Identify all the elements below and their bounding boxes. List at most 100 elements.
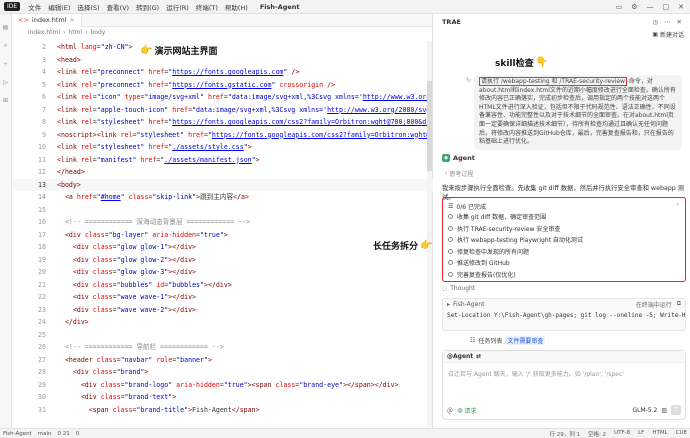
chevron-up-icon[interactable]: ⌃ [675,203,680,210]
status-eol[interactable]: LF [638,430,644,438]
swap-icon: ⇄ [476,353,482,360]
code-line: 18 <div class="glow glow-1"></div> [38,243,197,251]
status-sync[interactable]: 0 21 [58,431,70,437]
code-line: 24 </div> [38,318,89,326]
window-controls: ▭ ⚙ — □ ✕ [616,3,684,11]
minimize-icon[interactable]: — [647,3,654,11]
status-encoding[interactable]: UTF-8 [614,430,630,438]
editor-scrollbar[interactable] [427,41,432,426]
task-item: 推送修改到 GitHub [448,257,680,269]
status-extra[interactable]: CUE [676,430,687,438]
send-button[interactable]: ↑ [671,405,681,415]
run-debug-icon[interactable]: ▷ [3,79,8,86]
code-line: 26 <!-- ============ 导航栏 ============ --… [38,343,224,351]
breadcrumb-item[interactable]: body [90,29,105,36]
pointing-hand-icon: 👉 [420,240,433,251]
terminal-icon: ▸ [447,301,451,308]
menu-edit[interactable]: 编辑(E) [48,2,70,12]
close-icon[interactable]: ✕ [678,3,684,11]
mode-selector[interactable]: ◍ 请求 [457,406,476,415]
history-icon[interactable]: ◷ [652,18,658,26]
mode-icon: ◍ [457,406,463,414]
terminal-actions: 在终端中运行 ⧉ [636,300,681,309]
pending-icon [448,248,453,254]
menu-run[interactable]: 运行(R) [166,2,189,12]
status-workspace[interactable]: Fish-Agent [3,431,32,437]
code-line: 5 <link rel="preconnect" href="https://fo… [42,80,336,89]
code-line: 14 <a href="#home" class="skip-link">跳到主… [38,193,249,201]
attach-icon[interactable]: ＠ [447,406,453,415]
code-line: 25 [38,330,46,339]
breadcrumb-item[interactable]: index.html [28,29,60,36]
chat-input[interactable]: 召迁若与 Agent 聊天，输入 '/' 获取更多能力。如 '/plan', '… [443,363,685,384]
scroll-thumb[interactable] [427,81,432,171]
status-problems[interactable]: 0 [76,431,80,437]
user-message: 请执行 /webapp-testing 和 /TRAE-security-rev… [474,75,682,150]
annotation-main-page: 👉 演示网站主界面 [140,45,218,57]
search-icon[interactable]: ⌕ [4,42,7,50]
menu-view[interactable]: 查看(V) [107,2,130,12]
code-line: 3 <head> [42,55,81,64]
code-line: 22 <div class="wave wave-1"></div> [38,293,197,301]
task-queue-bar: ☷ 任务列表 文件需要审查 [470,336,546,345]
task-item: 执行 TRAE-security-review 安全审查 [448,223,680,235]
pending-icon [448,214,453,220]
activity-bar: ▤ ⌕ ⑂ ▷ ⊞ [0,14,12,428]
status-branch[interactable]: main [38,431,52,437]
new-chat-button[interactable]: ▣ 新建对话 [652,30,684,39]
code-line: 28 <div class="brand"> [38,368,149,376]
terminal-header: ▸ Fish-Agent 在终端中运行 ⧉ [447,300,681,309]
layout-icon[interactable]: ▭ [616,3,623,11]
code-line: 21 <div class="bubbles" id="bubbles"></d… [38,280,232,289]
thinking-toggle[interactable]: › 思考过程 [445,169,473,178]
window-title: Fish-Agent [259,2,300,11]
annotation-task-split: 长任务拆分 👉 [373,240,433,252]
spinner-icon: ◌ [442,285,448,292]
menu-terminal[interactable]: 终端(T) [196,2,218,12]
review-files-link[interactable]: 文件需要审查 [505,336,546,345]
pointing-hand-icon: 👇 [535,57,549,68]
code-line: 10 <link rel="stylesheet" href="./assets/… [38,143,252,151]
editor-tabs: <> index.html ✕ [12,13,432,27]
menu-select[interactable]: 选择(S) [77,2,99,12]
tab-index-html[interactable]: <> index.html ✕ [12,13,82,27]
code-line: 2 <html lang="zh-CN"> [42,43,133,51]
code-line: 30 <div class="brand-text"> [38,393,177,401]
menu-file[interactable]: 文件 [28,2,41,12]
status-indent[interactable]: 空格: 2 [588,430,606,438]
code-line: 4 <link rel="preconnect" href="https://fo… [42,68,300,76]
copy-icon[interactable]: ⧉ [677,300,681,309]
agent-mention[interactable]: @Agent ⇄ [443,351,685,363]
code-line: 20 <div class="glow glow-3"></div> [38,268,197,276]
status-cursor[interactable]: 行 29，列 1 [549,430,580,438]
status-language[interactable]: HTML [652,430,667,438]
code-area[interactable]: 2 <html lang="zh-CN"> 3 <head> 4 <link rel=… [12,41,433,416]
thought-toggle[interactable]: ◌ Thought [442,285,475,292]
code-line: 16 <!-- ============ 深海动态背景层 ===========… [38,218,251,226]
panel-header: TRAE ◷ ⋯ ✕ [434,14,690,29]
menu-help[interactable]: 帮助(H) [225,2,248,12]
explorer-icon[interactable]: ▤ [3,24,9,31]
source-control-icon[interactable]: ⑂ [4,61,8,68]
task-list-header[interactable]: ☰ 0/6 已完成 ⌃ [448,201,680,211]
settings-icon[interactable]: ⚙ [631,3,637,11]
checklist-icon: ☰ [448,202,454,210]
agent-header: ◆ Agent [442,154,475,162]
extensions-icon[interactable]: ⊞ [3,97,8,104]
menu-goto[interactable]: 转到(G) [136,2,159,12]
code-editor: <> index.html ✕ index.html › html › body… [12,13,433,428]
close-panel-icon[interactable]: ✕ [677,18,682,26]
close-tab-icon[interactable]: ✕ [70,17,75,24]
task-item: 执行 webapp-testing Playwright 自动化测试 [448,234,680,246]
image-icon[interactable]: ▨ [661,407,667,414]
chevron-right-icon: › [85,29,88,36]
code-line: 8 <link rel="stylesheet" href="https://fo… [42,118,431,126]
model-selector[interactable]: GLM-5.2 [632,407,657,414]
more-icon[interactable]: ⋯ [664,18,671,26]
maximize-icon[interactable]: □ [663,3,670,11]
ide-badge: IDE [4,2,21,11]
retry-icon[interactable]: ↻ [466,77,471,84]
pointing-hand-icon: 👉 [140,45,153,56]
breadcrumb-item[interactable]: html [68,29,82,36]
run-in-terminal-button[interactable]: 在终端中运行 [636,300,672,309]
